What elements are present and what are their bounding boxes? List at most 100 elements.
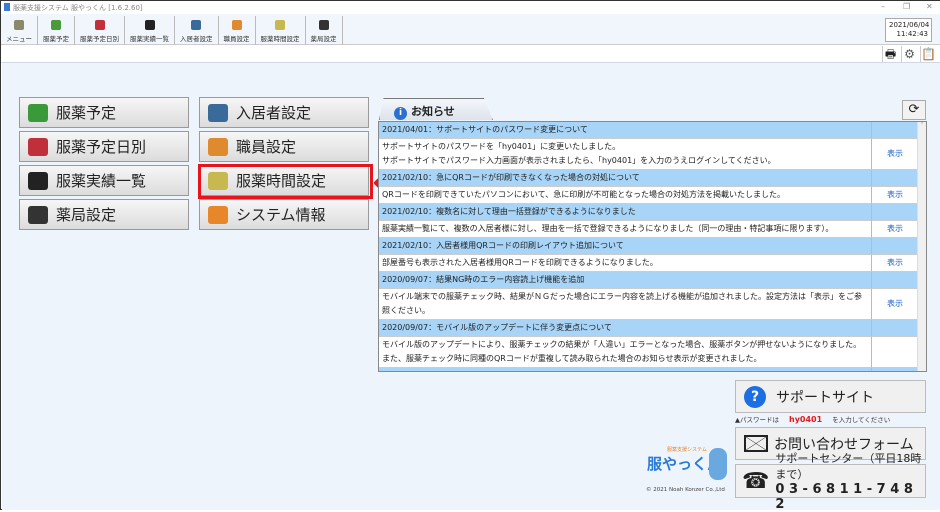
- toolbar-button[interactable]: 服薬予定日別: [75, 16, 125, 45]
- menu-label: 服薬実績一覧: [56, 172, 147, 190]
- menu-button[interactable]: 服薬実績一覧: [19, 165, 189, 196]
- info-icon: i: [394, 107, 407, 120]
- notice-body: 服薬実績一覧にて、複数の入居者様に対し、理由を一括で登録できるようになりました（…: [379, 221, 872, 238]
- menu-label: 職員設定: [236, 138, 297, 156]
- notice-body-row: 服薬実績一覧にて、複数の入居者様に対し、理由を一括で登録できるようになりました（…: [379, 221, 926, 238]
- toolbar-label: 服薬時間設定: [260, 35, 300, 43]
- notice-body-row: モバイル端末での服薬チェック時、結果がＮＧだった場合にエラー内容を読上げる機能が…: [379, 289, 926, 320]
- title-bar: 服薬支援システム 服やっくん [1.6.2.60] – ❐ ✕: [1, 1, 940, 14]
- show-link[interactable]: 表示: [887, 256, 903, 270]
- scrollbar[interactable]: ˄: [917, 122, 926, 371]
- menu-button[interactable]: システム情報: [199, 199, 369, 230]
- toolbar-button[interactable]: 薬局設定: [306, 16, 343, 45]
- menu-button[interactable]: 服薬予定: [19, 97, 189, 128]
- show-link[interactable]: 表示: [887, 147, 903, 161]
- window-title: 服薬支援システム 服やっくん [1.6.2.60]: [13, 4, 143, 12]
- toolbar-label: 薬局設定: [310, 35, 337, 43]
- toolbar-label: 服薬実績一覧: [130, 35, 169, 43]
- toolbar-icon: [318, 20, 329, 30]
- main-area: システム情報 服薬時間設定 職員設定 入居者設定 薬局設定 服薬実績一覧 服薬予定日別 服薬予…: [2, 63, 940, 512]
- password-value: hy0401: [789, 415, 823, 424]
- copyright: © 2021 Noah Konzer Co.,Ltd: [646, 487, 725, 493]
- toolbar-icon: [144, 20, 155, 30]
- notice-body: サポートサイトのパスワードを「hy0401」に変更いたしました。 サポートサイト…: [379, 139, 872, 170]
- maximize-button[interactable]: ❐: [903, 2, 910, 11]
- printer-icon[interactable]: 🖶: [882, 46, 898, 62]
- support-site-button[interactable]: ? サポートサイト: [735, 380, 926, 413]
- pw-prefix: ▲パスワードは: [735, 416, 779, 424]
- show-link[interactable]: 表示: [887, 297, 903, 311]
- close-button[interactable]: ✕: [926, 2, 933, 11]
- app-window: 服薬支援システム 服やっくん [1.6.2.60] – ❐ ✕ メニュー 服薬予定…: [0, 0, 940, 512]
- menu-label: システム情報: [236, 206, 326, 224]
- notice-title-row: 2021/02/10：入居者様用QRコードの印刷レイアウト追加について: [379, 238, 926, 255]
- notice-title: 2020/09/07：モバイル版のアップデートに伴う変更点について: [379, 320, 872, 337]
- secondary-toolbar: 🖶 ⚙ 📋: [1, 45, 940, 63]
- support-center-button[interactable]: ☎ サポートセンター（平日18時まで） 0 3 - 6 8 1 1 - 7 4 8 …: [735, 452, 926, 512]
- menu-button[interactable]: 服薬予定日別: [19, 131, 189, 162]
- menu-button[interactable]: 薬局設定: [19, 199, 189, 230]
- toolbar-button[interactable]: 服薬予定: [38, 16, 75, 45]
- toolbar-icon: [51, 20, 61, 30]
- notice-title: 2021/02/10：入居者様用QRコードの印刷レイアウト追加について: [379, 238, 872, 255]
- toolbar-icon: [14, 20, 24, 30]
- toolbar-label: メニュー: [6, 35, 32, 43]
- notice-title-row: 2020/07/30：グループ編集画面のレイアウト変更について: [379, 368, 926, 371]
- toolbar: メニュー 服薬予定 服薬予定日別 服薬実績一覧 入居者設定 職員設定 服薬時間設定 薬局設定: [1, 14, 940, 45]
- toolbar-button[interactable]: 服薬実績一覧: [125, 16, 175, 45]
- menu-label: 服薬予定: [56, 104, 117, 122]
- menu-icon: [208, 205, 228, 224]
- notice-body: モバイル端末での服薬チェック時、結果がＮＧだった場合にエラー内容を読上げる機能が…: [379, 289, 872, 320]
- menu-label: 服薬予定日別: [56, 138, 147, 156]
- minimize-button[interactable]: –: [881, 2, 885, 11]
- toolbar-button[interactable]: 入居者設定: [175, 16, 219, 45]
- menu-icon: [28, 103, 48, 122]
- clock-time: 11:42:43: [896, 30, 928, 38]
- notice-body-row: モバイル版のアップデートにより、服薬チェックの結果が「人違い」エラーとなった場合…: [379, 337, 926, 368]
- notice-body: QRコードを印刷できていたパソコンにおいて、急に印刷が不可能となった場合の対処方…: [379, 187, 872, 204]
- password-hint: ▲パスワードは hy0401 を入力してください: [735, 414, 890, 424]
- menu-button[interactable]: 入居者設定: [199, 97, 369, 128]
- notice-list: 2021/04/01：サポートサイトのパスワード変更について サポートサイトのパス…: [378, 121, 927, 372]
- support-center-label: サポートセンター（平日18時まで）: [775, 452, 922, 481]
- toolbar-label: 服薬予定: [43, 35, 69, 43]
- gear-icon[interactable]: ⚙: [901, 46, 917, 62]
- refresh-button[interactable]: ⟳: [902, 100, 926, 120]
- tab-notices[interactable]: i お知らせ: [379, 98, 493, 120]
- show-link[interactable]: 表示: [887, 188, 903, 202]
- notice-title-cell: [872, 204, 918, 221]
- notice-body-row: 部屋番号も表示された入居者様用QRコードを印刷できるようになりました。 表示: [379, 255, 926, 272]
- notice-title-row: 2021/02/10：複数名に対して理由一括登録ができるようになりました: [379, 204, 926, 221]
- notice-body: モバイル版のアップデートにより、服薬チェックの結果が「人違い」エラーとなった場合…: [379, 337, 872, 368]
- help-icon: ?: [744, 385, 766, 408]
- toolbar-label: 入居者設定: [180, 35, 213, 43]
- clock-date: 2021/06/04: [889, 21, 930, 29]
- menu-icon: [208, 137, 228, 156]
- mail-icon: [744, 435, 768, 452]
- menu-label: 薬局設定: [56, 206, 117, 224]
- toolbar-icon: [191, 20, 202, 30]
- menu-button[interactable]: 職員設定: [199, 131, 369, 162]
- notice-title-cell: [872, 238, 918, 255]
- toolbar-button[interactable]: メニュー: [1, 16, 38, 45]
- notice-title-cell: [872, 170, 918, 187]
- menu-icon: [28, 171, 48, 190]
- show-link[interactable]: 表示: [887, 222, 903, 236]
- menu-icon: [28, 137, 48, 156]
- menu-icon: [208, 103, 228, 122]
- toolbar-button[interactable]: 職員設定: [219, 16, 256, 45]
- notice-title-cell: [872, 272, 918, 289]
- clipboard-icon[interactable]: 📋: [920, 46, 936, 62]
- notice-title-row: 2021/02/10：急にQRコードが印刷できなくなった場合の対処について: [379, 170, 926, 187]
- clock: 2021/06/04 11:42:43: [885, 18, 932, 42]
- toolbar-icon: [231, 20, 242, 30]
- toolbar-button[interactable]: 服薬時間設定: [256, 16, 306, 45]
- notice-title-row: 2020/09/07：モバイル版のアップデートに伴う変更点について: [379, 320, 926, 337]
- support-site-label: サポートサイト: [776, 389, 874, 406]
- notice-title-row: 2021/04/01：サポートサイトのパスワード変更について: [379, 122, 926, 139]
- pw-suffix: を入力してください: [832, 416, 891, 424]
- notice-body-row: サポートサイトのパスワードを「hy0401」に変更いたしました。 サポートサイト…: [379, 139, 926, 170]
- notice-title: 2020/07/30：グループ編集画面のレイアウト変更について: [379, 368, 872, 371]
- menu-icon: [28, 205, 48, 224]
- notice-title: 2021/02/10：急にQRコードが印刷できなくなった場合の対処について: [379, 170, 872, 187]
